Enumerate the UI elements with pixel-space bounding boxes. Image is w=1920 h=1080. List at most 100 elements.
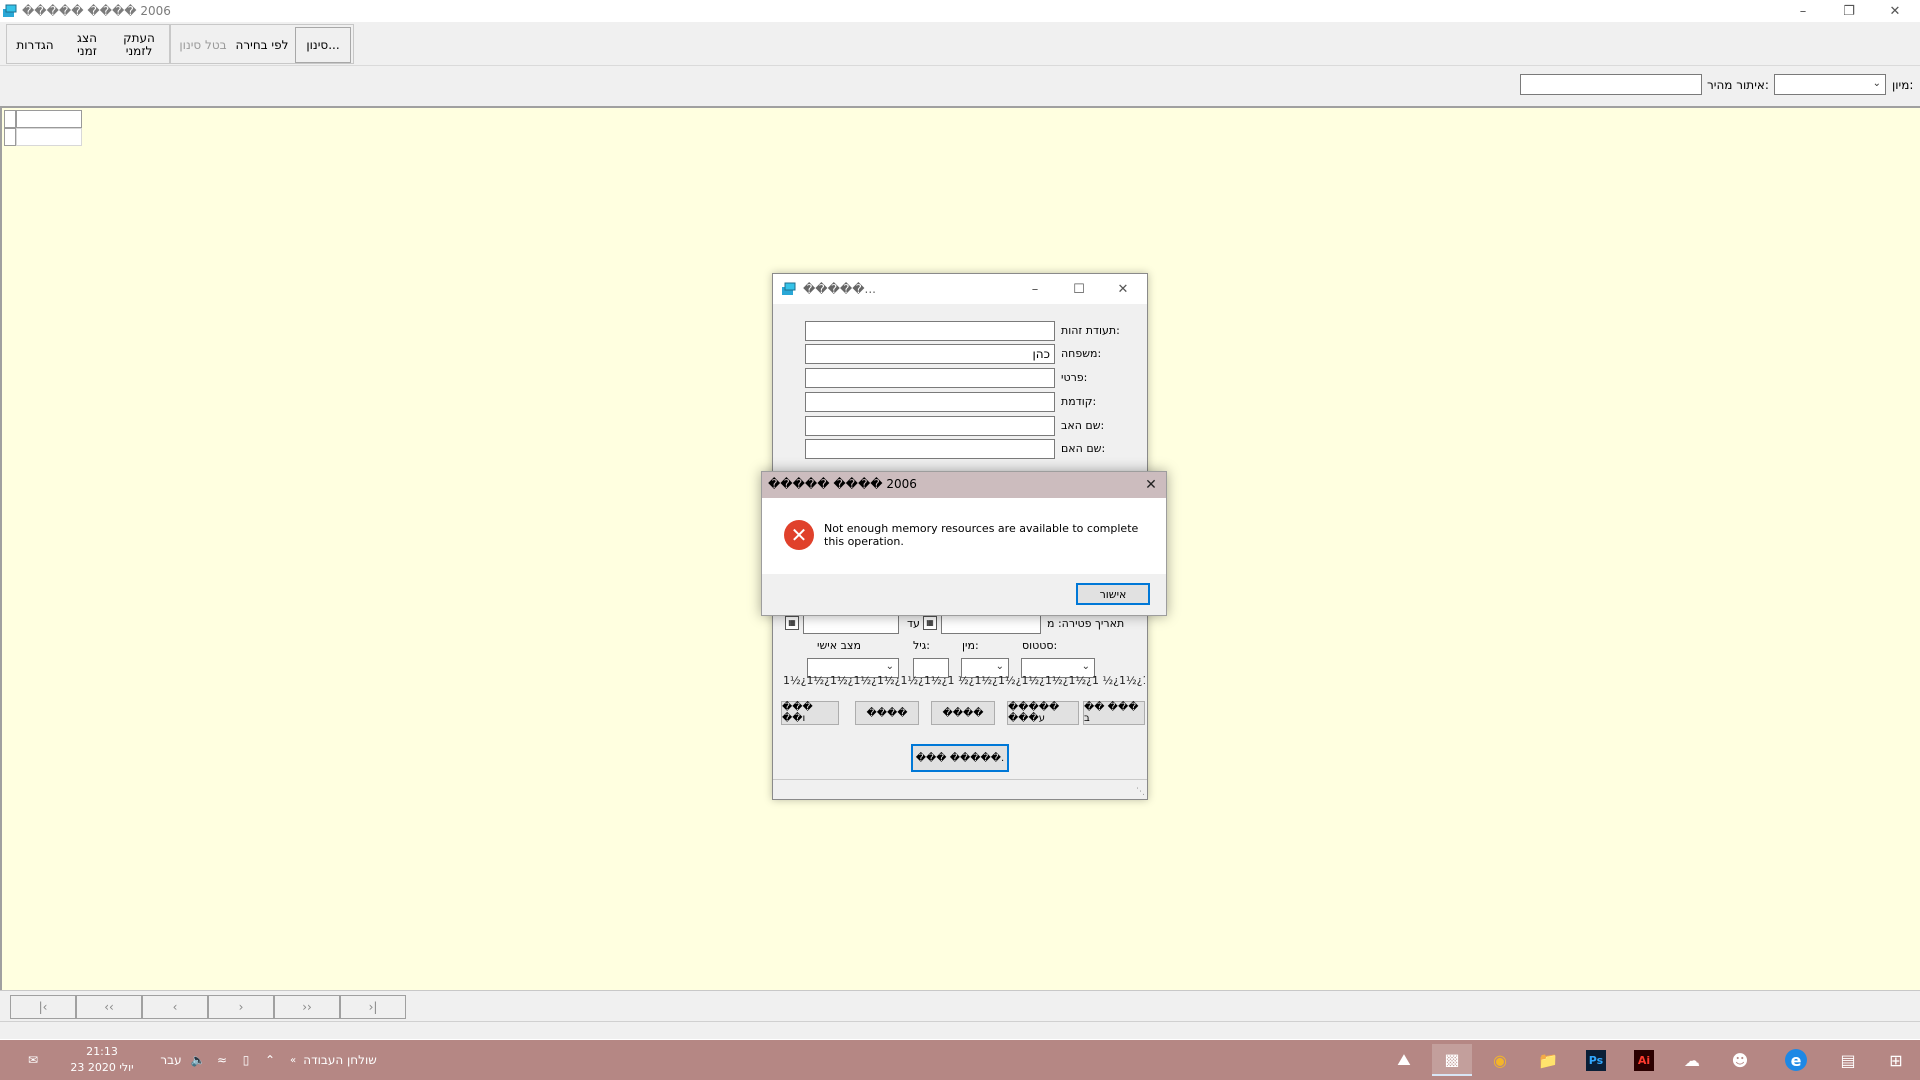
task-view-icon[interactable]: ▤ (1828, 1044, 1868, 1076)
form-close-button[interactable]: ✕ (1101, 274, 1145, 304)
people-icon[interactable]: ☻ (1720, 1044, 1760, 1076)
quick-find-input[interactable] (1520, 74, 1702, 95)
close-icon: ✕ (1889, 3, 1901, 19)
table-row (4, 128, 82, 146)
data-grid[interactable] (4, 110, 82, 146)
form-button-5[interactable]: ��� ��ו (781, 701, 839, 725)
garbled-separator: 1½¿1½¿1½¿1½¿1½¿1½¿1½¿1 ½¿1½¿1½¿1½¿1½¿1½¿… (783, 674, 1145, 687)
cancel-filter-button[interactable]: בטל סינון (175, 27, 231, 63)
row-header-cell[interactable] (4, 110, 16, 128)
next-page-button[interactable]: ›› (274, 995, 340, 1019)
grid-cell[interactable] (16, 128, 82, 146)
network-icon[interactable]: ≈ (212, 1040, 232, 1080)
prev-record-icon: ‹ (172, 1000, 178, 1014)
next-record-button[interactable]: › (208, 995, 274, 1019)
to-label: עד (907, 617, 920, 630)
error-dialog-body: ✕ Not enough memory resources are availa… (762, 498, 1166, 574)
form-minimize-button[interactable]: – (1013, 274, 1057, 304)
close-icon: ✕ (1145, 477, 1157, 493)
next-page-icon: ›› (302, 1000, 312, 1014)
close-icon: ✕ (1117, 281, 1129, 297)
show-temp-button[interactable]: הצג זמני (67, 27, 107, 63)
toolbar-group-filter: בטל סינון לפי בחירה סינון... (170, 24, 354, 64)
prev-page-button[interactable]: ‹‹ (76, 995, 142, 1019)
record-navigation-bar: |‹ ‹‹ ‹ › ›› ›| (0, 990, 1920, 1039)
resize-grip-icon[interactable]: ⋱ (1136, 787, 1145, 797)
status-line (0, 1021, 1920, 1039)
last-record-button[interactable]: ›| (340, 995, 406, 1019)
settings-button[interactable]: הגדרות (9, 27, 61, 63)
action-center-button[interactable]: ✉ (18, 1040, 48, 1080)
error-dialog-footer: אישור (762, 574, 1166, 615)
gender-label: מין: (962, 639, 979, 652)
id-number-input[interactable] (805, 321, 1055, 341)
sort-combo[interactable]: ⌄ (1774, 74, 1886, 95)
restore-button[interactable]: ❐ (1826, 0, 1872, 22)
calendar-icon[interactable]: ▦ (923, 616, 937, 630)
by-selection-button[interactable]: לפי בחירה (233, 27, 291, 63)
start-button-icon[interactable]: ⊞ (1876, 1044, 1916, 1076)
row-header-cell[interactable] (4, 128, 16, 146)
calendar-icon[interactable]: ▦ (785, 616, 799, 630)
clock-time: 21:13 (86, 1045, 118, 1058)
minimize-icon: – (1031, 281, 1039, 297)
death-date-to-input[interactable] (941, 614, 1041, 634)
minimize-icon: – (1799, 3, 1807, 19)
maximize-icon: ☐ (1073, 281, 1085, 297)
chrome-icon[interactable]: ◉ (1480, 1044, 1520, 1076)
app-taskbar-icon[interactable]: ▩ (1432, 1044, 1472, 1076)
close-button[interactable]: ✕ (1872, 0, 1918, 22)
edge-icon[interactable]: e (1776, 1044, 1816, 1076)
previous-name-row: קודמת: (805, 392, 1143, 412)
error-dialog: ����� ���� 2006 ✕ ✕ Not enough memory re… (761, 471, 1167, 616)
desktop-toolbar-label[interactable]: שולחן העבודה (300, 1040, 380, 1080)
network-app-icon[interactable]: ☁ (1672, 1044, 1712, 1076)
form-maximize-button[interactable]: ☐ (1057, 274, 1101, 304)
error-dialog-close-button[interactable]: ✕ (1136, 472, 1166, 498)
mother-name-input[interactable] (805, 439, 1055, 459)
acrobat-icon[interactable]: Ai (1624, 1044, 1664, 1076)
first-name-input[interactable] (805, 368, 1055, 388)
minimize-button[interactable]: – (1780, 0, 1826, 22)
copy-temp-button[interactable]: העתק לזמני (113, 27, 165, 63)
volume-icon[interactable]: 🔈 (188, 1040, 208, 1080)
first-name-label: פרטי: (1061, 371, 1088, 384)
window-title: ����� ���� 2006 (22, 4, 171, 18)
clock-date: 23 יולי 2020 (70, 1061, 134, 1074)
form-button-1[interactable]: �� ��� ב (1083, 701, 1145, 725)
file-explorer-icon[interactable]: 📁 (1528, 1044, 1568, 1076)
father-name-input[interactable] (805, 416, 1055, 436)
error-dialog-titlebar: ����� ���� 2006 ✕ (762, 472, 1166, 498)
error-ok-button[interactable]: אישור (1076, 583, 1150, 605)
taskbar-clock[interactable]: 21:13 23 יולי 2020 (62, 1044, 142, 1076)
death-date-from-input[interactable] (803, 614, 899, 634)
grid-cell[interactable] (16, 110, 82, 128)
main-titlebar: ����� ���� 2006 – ❐ ✕ (0, 0, 1920, 22)
acrobat-logo: Ai (1633, 1049, 1655, 1071)
form-button-2[interactable]: ����� ���ע (1007, 701, 1079, 725)
status-label: סטטוס: (1022, 639, 1058, 652)
usb-icon[interactable]: ▯ (236, 1040, 256, 1080)
first-record-button[interactable]: |‹ (10, 995, 76, 1019)
previous-name-input[interactable] (805, 392, 1055, 412)
photoshop-icon[interactable]: Ps (1576, 1044, 1616, 1076)
app-icon (782, 282, 796, 295)
form-button-4[interactable]: ���� (855, 701, 919, 725)
previous-name-label: קודמת: (1061, 395, 1097, 408)
sort-label: מיון: (1892, 78, 1914, 92)
chevron-up-icon[interactable]: ⌃ (260, 1040, 280, 1080)
mother-name-row: שם האם: (805, 439, 1143, 459)
quick-find-label: איתור מהיר: (1707, 78, 1769, 92)
form-titlebar: �����... – ☐ ✕ (773, 274, 1147, 304)
last-name-input[interactable]: כהן (805, 344, 1055, 364)
death-date-label: תאריך פטירה: מ (1047, 617, 1125, 630)
toolbar-expand-icon[interactable]: « (286, 1040, 300, 1080)
form-ok-button[interactable]: ��� �����. (911, 744, 1009, 772)
first-name-row: פרטי: (805, 368, 1143, 388)
filter-button[interactable]: סינון... (295, 27, 351, 63)
notification-icon: ✉ (27, 1053, 39, 1067)
prev-record-button[interactable]: ‹ (142, 995, 208, 1019)
form-button-3[interactable]: ���� (931, 701, 995, 725)
photos-app-icon[interactable]: ⛰ (1384, 1044, 1424, 1076)
language-indicator[interactable]: עבר (156, 1040, 186, 1080)
